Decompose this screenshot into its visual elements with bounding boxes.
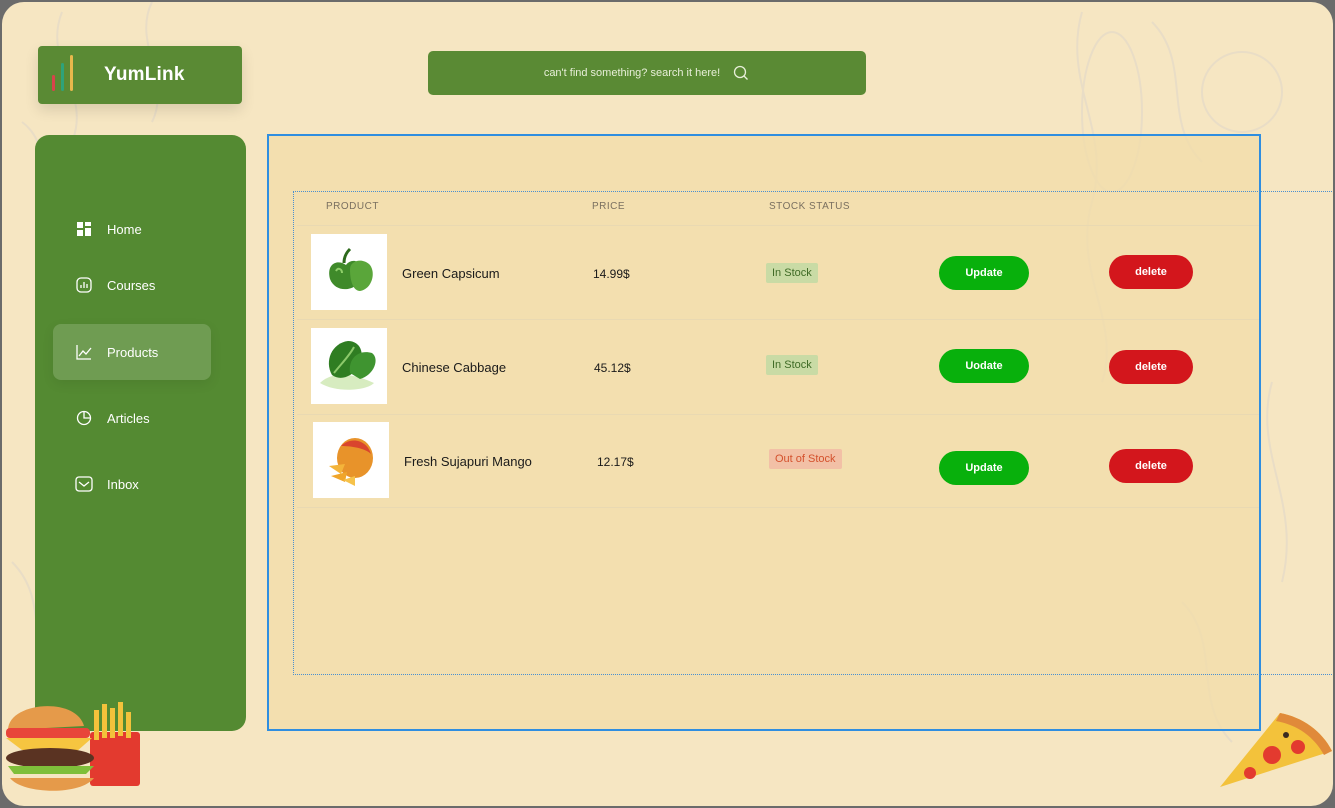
product-image-capsicum bbox=[311, 234, 387, 310]
status-badge: In Stock bbox=[766, 263, 818, 283]
column-header-price: PRICE bbox=[592, 201, 626, 212]
pie-chart-icon bbox=[75, 409, 93, 427]
sidebar-item-products[interactable]: Products bbox=[53, 324, 211, 380]
sidebar-item-home[interactable]: Home bbox=[53, 201, 211, 257]
status-badge: In Stock bbox=[766, 355, 818, 375]
update-button[interactable]: Update bbox=[939, 451, 1029, 485]
sidebar-item-label: Courses bbox=[107, 277, 156, 293]
app-title: YumLink bbox=[104, 64, 185, 85]
logo-bars-icon bbox=[48, 55, 88, 95]
burger-fries-illustration bbox=[6, 702, 140, 791]
row-divider bbox=[297, 507, 1259, 508]
search-bar[interactable]: can't find something? search it here! bbox=[428, 51, 866, 95]
delete-button[interactable]: delete bbox=[1109, 350, 1193, 384]
sidebar-item-inbox[interactable]: Inbox bbox=[53, 456, 211, 512]
product-image-mango bbox=[313, 422, 389, 498]
sidebar-item-label: Products bbox=[107, 344, 159, 360]
search-placeholder: can't find something? search it here! bbox=[543, 67, 721, 79]
product-name: Green Capsicum bbox=[402, 266, 500, 281]
sidebar-item-label: Inbox bbox=[107, 476, 139, 492]
line-chart-icon bbox=[75, 343, 93, 361]
sidebar-item-label: Home bbox=[107, 221, 142, 237]
app-logo[interactable]: YumLink bbox=[38, 46, 242, 104]
product-price: 14.99$ bbox=[593, 267, 630, 281]
product-price: 45.12$ bbox=[594, 361, 631, 375]
row-divider bbox=[297, 319, 1259, 320]
column-header-stock: STOCK STATUS bbox=[769, 201, 851, 212]
app-window: YumLink can't find something? search it … bbox=[2, 2, 1333, 806]
pizza-slice-illustration bbox=[1220, 713, 1332, 787]
grid-icon bbox=[75, 220, 93, 238]
sidebar: Home Courses Products Articles Inbox bbox=[35, 135, 246, 731]
row-divider bbox=[297, 225, 1259, 226]
inbox-icon bbox=[75, 475, 93, 493]
search-icon[interactable] bbox=[732, 64, 750, 82]
product-name: Fresh Sujapuri Mango bbox=[404, 454, 532, 469]
sidebar-item-courses[interactable]: Courses bbox=[53, 257, 211, 313]
column-header-product: PRODUCT bbox=[326, 201, 379, 212]
chart-box-icon bbox=[75, 276, 93, 294]
update-button[interactable]: Uodate bbox=[939, 349, 1029, 383]
delete-button[interactable]: delete bbox=[1109, 255, 1193, 289]
product-image-cabbage bbox=[311, 328, 387, 404]
row-divider bbox=[297, 414, 1259, 415]
sidebar-item-label: Articles bbox=[107, 410, 150, 426]
update-button[interactable]: Update bbox=[939, 256, 1029, 290]
delete-button[interactable]: delete bbox=[1109, 449, 1193, 483]
status-badge: Out of Stock bbox=[769, 449, 842, 469]
sidebar-item-articles[interactable]: Articles bbox=[53, 390, 211, 446]
product-name: Chinese Cabbage bbox=[402, 360, 507, 375]
product-price: 12.17$ bbox=[597, 455, 634, 469]
